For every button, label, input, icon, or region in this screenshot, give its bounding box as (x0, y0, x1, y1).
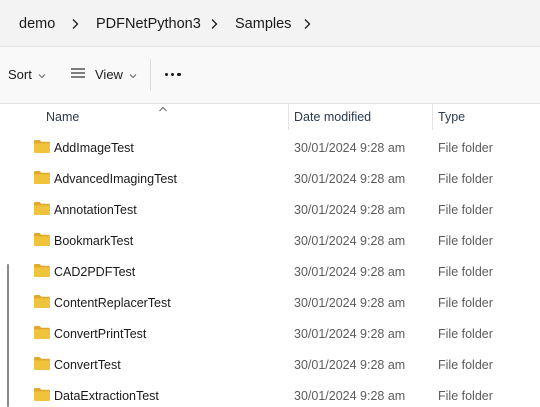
column-resize-handle[interactable] (288, 104, 289, 130)
file-name: ConvertPrintTest (54, 327, 147, 341)
file-type: File folder (438, 265, 493, 279)
chevron-down-icon (38, 67, 46, 83)
file-name: BookmarkTest (54, 234, 134, 248)
toolbar-divider (150, 59, 151, 91)
folder-icon (33, 232, 51, 247)
folder-icon (33, 263, 51, 278)
nav-pane-scrollbar[interactable] (7, 264, 9, 407)
file-type: File folder (438, 141, 493, 155)
table-row[interactable]: AdvancedImagingTest 30/01/2024 9:28 am Fil… (0, 163, 540, 194)
breadcrumb-item-pdfnetpython3[interactable]: PDFNetPython3 (96, 15, 201, 33)
chevron-right-icon (69, 18, 81, 30)
table-row[interactable]: CAD2PDFTest 30/01/2024 9:28 am File folder (0, 256, 540, 287)
table-row[interactable]: DataExtractionTest 30/01/2024 9:28 am File… (0, 380, 540, 407)
table-row[interactable]: ContentReplacerTest 30/01/2024 9:28 am Fil… (0, 287, 540, 318)
chevron-right-icon (208, 18, 220, 30)
sort-button[interactable]: Sort (8, 67, 46, 83)
folder-icon (33, 387, 51, 402)
breadcrumb: demo PDFNetPython3 Samples (0, 0, 540, 47)
breadcrumb-item-samples[interactable]: Samples (235, 15, 291, 33)
file-date-modified: 30/01/2024 9:28 am (294, 172, 406, 186)
file-date-modified: 30/01/2024 9:28 am (294, 389, 406, 403)
file-explorer-window: demo PDFNetPython3 Samples Sort View Nam… (0, 0, 540, 407)
sort-label: Sort (8, 67, 32, 82)
column-header: Name Date modified Type (0, 104, 540, 130)
file-name: AnnotationTest (54, 203, 137, 217)
file-type: File folder (438, 172, 493, 186)
file-name: ContentReplacerTest (54, 296, 171, 310)
table-row[interactable]: BookmarkTest 30/01/2024 9:28 am File folde… (0, 225, 540, 256)
view-button[interactable]: View (70, 67, 137, 83)
column-header-type[interactable]: Type (438, 109, 465, 125)
table-row[interactable]: ConvertTest 30/01/2024 9:28 am File folder (0, 349, 540, 380)
folder-icon (33, 356, 51, 371)
column-resize-handle[interactable] (432, 104, 433, 130)
file-name: DataExtractionTest (54, 389, 159, 403)
file-type: File folder (438, 203, 493, 217)
table-row[interactable]: AddImageTest 30/01/2024 9:28 am File folde… (0, 132, 540, 163)
file-date-modified: 30/01/2024 9:28 am (294, 265, 406, 279)
file-type: File folder (438, 358, 493, 372)
view-list-icon (70, 67, 86, 83)
folder-icon (33, 201, 51, 216)
column-header-name[interactable]: Name (46, 109, 79, 125)
file-type: File folder (438, 389, 493, 403)
file-date-modified: 30/01/2024 9:28 am (294, 234, 406, 248)
file-type: File folder (438, 234, 493, 248)
folder-icon (33, 325, 51, 340)
table-row[interactable]: ConvertPrintTest 30/01/2024 9:28 am File f… (0, 318, 540, 349)
column-header-date-modified[interactable]: Date modified (294, 109, 371, 125)
folder-icon (33, 294, 51, 309)
chevron-down-icon (129, 67, 137, 83)
file-name: ConvertTest (54, 358, 121, 372)
file-list: AddImageTest 30/01/2024 9:28 am File folde… (0, 132, 540, 407)
file-name: CAD2PDFTest (54, 265, 136, 279)
file-name: AddImageTest (54, 141, 134, 155)
file-date-modified: 30/01/2024 9:28 am (294, 327, 406, 341)
command-bar: Sort View (0, 47, 540, 104)
folder-icon (33, 139, 51, 154)
file-date-modified: 30/01/2024 9:28 am (294, 203, 406, 217)
breadcrumb-item-demo[interactable]: demo (19, 15, 55, 33)
file-date-modified: 30/01/2024 9:28 am (294, 141, 406, 155)
file-name: AdvancedImagingTest (54, 172, 177, 186)
file-date-modified: 30/01/2024 9:28 am (294, 358, 406, 372)
table-row[interactable]: AnnotationTest 30/01/2024 9:28 am File fol… (0, 194, 540, 225)
folder-icon (33, 170, 51, 185)
file-type: File folder (438, 327, 493, 341)
ellipsis-icon[interactable] (165, 73, 181, 77)
chevron-right-icon[interactable] (301, 18, 313, 30)
sort-ascending-icon (158, 100, 168, 118)
file-type: File folder (438, 296, 493, 310)
view-label: View (95, 67, 123, 82)
file-date-modified: 30/01/2024 9:28 am (294, 296, 406, 310)
